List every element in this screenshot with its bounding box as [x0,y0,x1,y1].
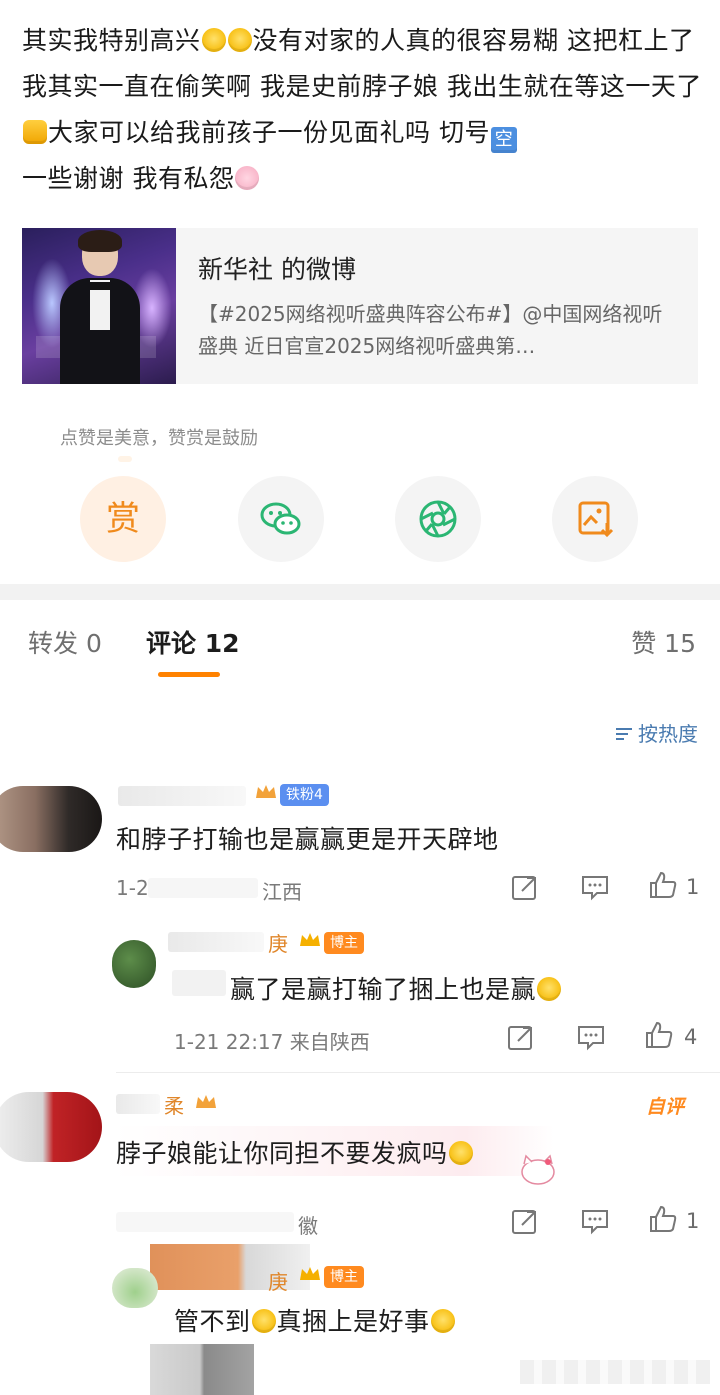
share-wechat-button[interactable] [238,476,324,562]
reply-text: 赢了是赢打输了捆上也是赢 [230,970,562,1006]
fist-emoji-icon [23,120,47,144]
comment-icon[interactable] [580,1206,610,1236]
commenter-name-suffix: 庚 [268,1270,288,1294]
reply-text-body: 赢了是赢打输了捆上也是赢 [230,975,537,1004]
crown-icon [196,1095,216,1108]
tab-active-indicator [158,672,220,677]
tab-comment[interactable]: 评论 12 [146,624,240,660]
pig-emoji-icon [235,166,260,190]
comment-text: 和脖子打输也是赢赢更是开天辟地 [116,825,499,854]
blur-overlay [116,1212,294,1232]
repost-description: 【#2025网络视听盛典阵容公布#】@中国网络视听盛典 近日官宣2025网络视听… [198,302,663,358]
like-count: 1 [686,1209,700,1233]
reply-text-part: 管不到 [174,1307,251,1336]
blur-overlay [172,970,226,996]
commenter-name-suffix: 柔 [164,1094,184,1118]
avatar[interactable] [112,1268,158,1308]
sort-icon [616,728,632,740]
comment-location: 徽 [298,1214,318,1238]
watermark [520,1360,710,1384]
laugh-emoji-icon [227,28,252,52]
sort-by-hot-button[interactable]: 按热度 [614,718,698,747]
laugh-emoji-icon [537,977,562,1001]
comment-text-body: 脖子娘能让你同担不要发疯吗 [116,1139,448,1168]
like-count: 4 [684,1025,698,1049]
comment-location: 江西 [262,880,302,904]
comment-time: 1-2 [116,876,149,900]
fan-crown-icon [256,785,276,798]
comment-text: 脖子娘能让你同担不要发疯吗 [116,1134,474,1170]
reward-button[interactable]: 赏 [80,476,166,562]
share-moments-button[interactable] [395,476,481,562]
reply-meta: 1-21 22:17 来自陕西 [174,1030,370,1054]
repost-card[interactable]: 新华社 的微博 【#2025网络视听盛典阵容公布#】@中国网络视听盛典 近日官宣… [22,228,698,384]
reward-pointer [118,456,132,462]
crying-emoji-icon [448,1141,473,1165]
like-count: 1 [686,875,700,899]
like-icon[interactable] [644,1020,674,1050]
kong-emoji-icon: 空 [490,127,517,153]
laugh-emoji-icon [251,1309,276,1333]
repost-icon[interactable] [510,872,540,902]
blur-overlay [148,878,258,898]
like-icon[interactable] [648,1204,678,1234]
avatar[interactable] [112,940,156,988]
like-icon[interactable] [648,870,678,900]
commenter-name[interactable] [168,932,264,952]
laugh-emoji-icon [430,1309,455,1333]
reply-text-part: 真捆上是好事 [276,1307,430,1336]
post-text-part: 一些谢谢 我有私怨 [22,164,235,193]
post-text-part: 大家可以给我前孩子一份见面礼吗 切号 [48,118,490,147]
tab-like[interactable]: 赞 15 [631,624,696,660]
moments-icon [419,500,457,538]
reply-text: 管不到 真捆上是好事 [174,1302,456,1338]
avatar[interactable] [0,1092,102,1162]
blogger-badge: 博主 [324,1266,364,1288]
redaction-block [150,1344,254,1395]
repost-icon[interactable] [506,1022,536,1052]
comment-icon[interactable] [576,1022,606,1052]
commenter-name-suffix: 庚 [268,932,288,956]
section-divider [0,584,720,600]
commenter-name[interactable] [116,1094,160,1114]
post-text-part: 其实我特别高兴 [22,26,201,55]
self-comment-tag: 自评 [646,1096,685,1118]
save-image-icon [578,501,614,538]
reward-label: 赏 [106,499,140,539]
blogger-crown-icon [300,933,320,946]
avatar[interactable] [0,786,102,852]
reward-caption: 点赞是美意，赞赏是鼓励 [60,428,258,449]
repost-title: 新华社 的微博 [198,255,356,284]
save-image-button[interactable] [552,476,638,562]
comment-icon[interactable] [580,872,610,902]
tab-repost[interactable]: 转发 0 [28,624,102,660]
commenter-name[interactable] [118,786,246,806]
blogger-crown-icon [300,1267,320,1280]
repost-icon[interactable] [510,1206,540,1236]
repost-thumbnail [22,228,176,384]
sort-label: 按热度 [638,722,698,746]
blogger-badge: 博主 [324,932,364,954]
wechat-icon [260,502,301,535]
post-text: 其实我特别高兴 没有对家的人真的很容易糊 这把杠上了我其实一直在偷笑啊 我是史前脖… [22,18,702,202]
hello-kitty-sticker-icon [521,1154,555,1185]
laugh-emoji-icon [201,28,226,52]
fan-badge: 铁粉4 [280,784,329,806]
comment-divider [116,1072,720,1073]
